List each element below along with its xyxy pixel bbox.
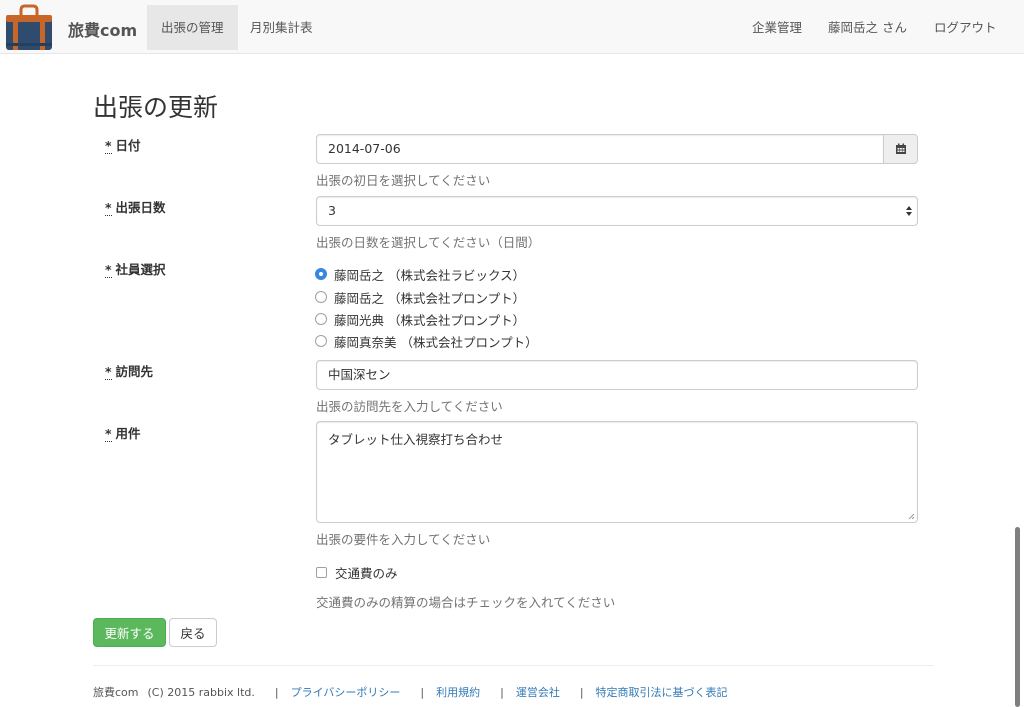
purpose-help: 出張の要件を入力してください: [316, 532, 491, 547]
transport-only-checkbox[interactable]: [316, 566, 327, 578]
employee-label: * 社員選択: [105, 259, 166, 278]
select-arrows-icon: [906, 206, 912, 216]
nav-monthly-summary[interactable]: 月別集計表: [236, 5, 327, 50]
back-button[interactable]: 戻る: [169, 618, 217, 647]
employee-label-text: 社員選択: [115, 262, 166, 277]
purpose-textarea[interactable]: タブレット仕入視察打ち合わせ: [316, 421, 918, 523]
resize-handle-icon[interactable]: [908, 513, 915, 520]
footer-copyright: (C) 2015 rabbix ltd.: [147, 685, 255, 699]
nav-logout[interactable]: ログアウト: [920, 5, 1011, 50]
footer-separator: |: [579, 685, 584, 699]
footer-divider: [93, 665, 934, 666]
navbar: 旅費com 出張の管理 月別集計表 企業管理 藤岡岳之 さん ログアウト: [0, 0, 1024, 54]
employee-option-label: 藤岡真奈美 （株式会社プロンプト）: [334, 334, 538, 350]
radio-button[interactable]: [315, 291, 327, 303]
footer-separator: |: [274, 685, 279, 699]
date-input[interactable]: 2014-07-06: [316, 134, 884, 164]
transport-only-checkbox-row[interactable]: 交通費のみ: [316, 562, 398, 582]
date-label-text: 日付: [115, 138, 141, 153]
transport-only-help: 交通費のみの精算の場合はチェックを入れてください: [316, 595, 616, 610]
calendar-button[interactable]: [883, 134, 918, 164]
purpose-label: * 用件: [105, 423, 141, 442]
footer-link-commerce-law[interactable]: 特定商取引法に基づく表記: [596, 684, 728, 700]
destination-help: 出張の訪問先を入力してください: [316, 399, 503, 414]
transport-only-label: 交通費のみ: [335, 565, 398, 581]
footer-link-company[interactable]: 運営会社: [516, 684, 560, 700]
days-label: * 出張日数: [105, 197, 166, 216]
required-mark: *: [105, 138, 112, 154]
days-help: 出張の日数を選択してください（日間）: [316, 235, 541, 250]
destination-label-text: 訪問先: [115, 364, 154, 379]
radio-button[interactable]: [315, 268, 327, 280]
nav-user-name[interactable]: 藤岡岳之 さん: [814, 5, 921, 50]
required-mark: *: [105, 364, 112, 380]
date-help: 出張の初日を選択してください: [316, 173, 491, 188]
employee-option-label: 藤岡岳之 （株式会社プロンプト）: [334, 290, 526, 306]
days-label-text: 出張日数: [115, 200, 166, 215]
purpose-textarea-value: タブレット仕入視察打ち合わせ: [328, 432, 504, 447]
footer: 旅費com (C) 2015 rabbix ltd. | プライバシーポリシー …: [93, 684, 728, 700]
nav-company-management[interactable]: 企業管理: [738, 5, 816, 50]
page-title: 出張の更新: [93, 93, 219, 122]
update-button[interactable]: 更新する: [93, 618, 166, 647]
radio-button[interactable]: [315, 335, 327, 347]
days-select-value: 3: [328, 203, 336, 218]
footer-separator: |: [420, 685, 425, 699]
employee-option-label: 藤岡岳之 （株式会社ラビックス）: [334, 267, 526, 283]
brand-name[interactable]: 旅費com: [68, 17, 137, 41]
footer-link-terms[interactable]: 利用規約: [436, 684, 480, 700]
scrollbar-thumb[interactable]: [1015, 527, 1020, 707]
required-mark: *: [105, 426, 112, 442]
briefcase-logo-icon[interactable]: [4, 3, 54, 52]
destination-input[interactable]: 中国深セン: [316, 360, 918, 390]
radio-button[interactable]: [315, 313, 327, 325]
footer-brand: 旅費com: [93, 686, 139, 699]
required-mark: *: [105, 200, 112, 216]
employee-option[interactable]: 藤岡光典 （株式会社プロンプト）: [315, 309, 525, 329]
nav-trip-management[interactable]: 出張の管理: [147, 5, 238, 50]
employee-option[interactable]: 藤岡岳之 （株式会社ラビックス）: [315, 264, 525, 284]
employee-option[interactable]: 藤岡岳之 （株式会社プロンプト）: [315, 287, 525, 307]
footer-separator: |: [500, 685, 504, 699]
calendar-icon: [895, 143, 906, 154]
purpose-label-text: 用件: [115, 426, 141, 441]
required-mark: *: [105, 262, 112, 278]
employee-option[interactable]: 藤岡真奈美 （株式会社プロンプト）: [315, 331, 538, 351]
date-label: * 日付: [105, 135, 141, 154]
footer-link-privacy[interactable]: プライバシーポリシー: [291, 684, 401, 700]
employee-option-label: 藤岡光典 （株式会社プロンプト）: [334, 312, 526, 328]
destination-label: * 訪問先: [105, 361, 153, 380]
days-select[interactable]: 3: [316, 196, 918, 226]
